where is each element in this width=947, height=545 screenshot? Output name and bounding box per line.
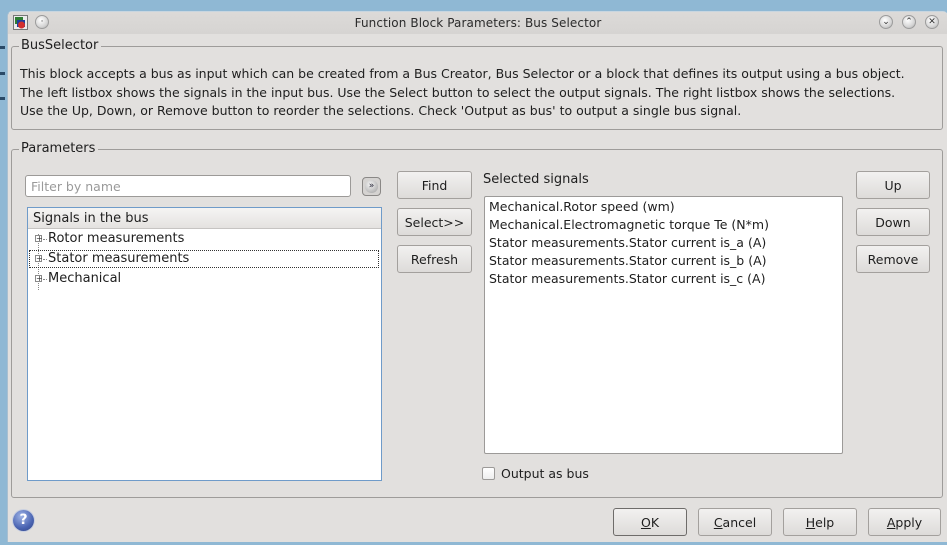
selected-signal-item[interactable]: Mechanical.Electromagnetic torque Te (N*… xyxy=(489,216,838,234)
signals-tree[interactable]: Signals in the bus + Rotor measurements … xyxy=(27,207,382,481)
tree-item-stator-measurements[interactable]: + Stator measurements xyxy=(28,249,380,269)
minimize-button[interactable]: ⌄ xyxy=(879,15,893,29)
tree-branch-line xyxy=(43,259,47,260)
cancel-label-rest: ancel xyxy=(722,514,757,530)
output-as-bus-checkbox[interactable] xyxy=(482,467,495,480)
cancel-mnemonic: C xyxy=(713,514,723,530)
background-tick xyxy=(0,72,5,75)
find-button[interactable]: Find xyxy=(397,171,472,199)
description-line: The left listbox shows the signals in th… xyxy=(20,84,896,100)
help-mnemonic: H xyxy=(805,514,816,530)
apply-label-rest: pply xyxy=(895,514,923,530)
selected-signal-item[interactable]: Stator measurements.Stator current is_b … xyxy=(489,252,838,270)
background-tick xyxy=(0,97,5,100)
tree-item-label: Stator measurements xyxy=(48,251,190,266)
help-label-rest: elp xyxy=(815,514,835,530)
help-button[interactable]: Help xyxy=(783,508,857,536)
window-title: Function Block Parameters: Bus Selector xyxy=(354,16,602,30)
refresh-button[interactable]: Refresh xyxy=(397,245,472,273)
parameters-group-label: Parameters xyxy=(19,141,99,156)
output-as-bus-label: Output as bus xyxy=(501,466,589,481)
tree-branch-line xyxy=(43,279,47,280)
maximize-button[interactable]: ⌃ xyxy=(902,15,916,29)
ok-mnemonic: O xyxy=(640,514,651,530)
selected-signal-item[interactable]: Stator measurements.Stator current is_a … xyxy=(489,234,838,252)
selected-signals-label: Selected signals xyxy=(483,172,589,187)
close-button[interactable]: ✕ xyxy=(925,15,939,29)
select-button[interactable]: Select>> xyxy=(397,208,472,236)
ok-button[interactable]: OK xyxy=(613,508,687,536)
down-button[interactable]: Down xyxy=(856,208,930,236)
tree-item-label: Rotor measurements xyxy=(48,231,185,246)
tree-item-rotor-measurements[interactable]: + Rotor measurements xyxy=(28,229,381,249)
tree-branch-line xyxy=(43,239,47,240)
description-group-label: BusSelector xyxy=(19,38,102,53)
double-chevron-down-icon: » xyxy=(365,180,378,193)
title-bar[interactable]: · Function Block Parameters: Bus Selecto… xyxy=(8,12,947,34)
help-question-icon[interactable]: ? xyxy=(13,510,34,531)
output-as-bus-option[interactable]: Output as bus xyxy=(482,466,589,481)
selected-signal-item[interactable]: Mechanical.Rotor speed (wm) xyxy=(489,198,838,216)
remove-button[interactable]: Remove xyxy=(856,245,930,273)
tree-item-label: Mechanical xyxy=(48,271,122,286)
expand-plus-icon[interactable]: + xyxy=(35,255,43,263)
expand-plus-icon[interactable]: + xyxy=(35,235,43,243)
filter-options-button[interactable]: » xyxy=(362,177,381,196)
dialog-window: · Function Block Parameters: Bus Selecto… xyxy=(7,11,947,542)
up-button[interactable]: Up xyxy=(856,171,930,199)
tree-column-header[interactable]: Signals in the bus xyxy=(28,208,381,229)
description-text: This block accepts a bus as input which … xyxy=(20,65,905,121)
apply-button[interactable]: Apply xyxy=(868,508,941,536)
selected-signal-item[interactable]: Stator measurements.Stator current is_c … xyxy=(489,270,838,288)
cancel-button[interactable]: Cancel xyxy=(698,508,772,536)
selected-signals-list[interactable]: Mechanical.Rotor speed (wm) Mechanical.E… xyxy=(484,196,843,454)
background-tick xyxy=(0,46,5,49)
tree-item-mechanical[interactable]: + Mechanical xyxy=(28,269,381,289)
description-line: This block accepts a bus as input which … xyxy=(20,66,905,81)
filter-input[interactable] xyxy=(25,175,351,197)
ok-label-rest: K xyxy=(650,514,660,530)
description-line: Use the Up, Down, or Remove button to re… xyxy=(20,103,742,118)
expand-plus-icon[interactable]: + xyxy=(35,275,43,283)
description-group: BusSelector This block accepts a bus as … xyxy=(11,38,943,130)
